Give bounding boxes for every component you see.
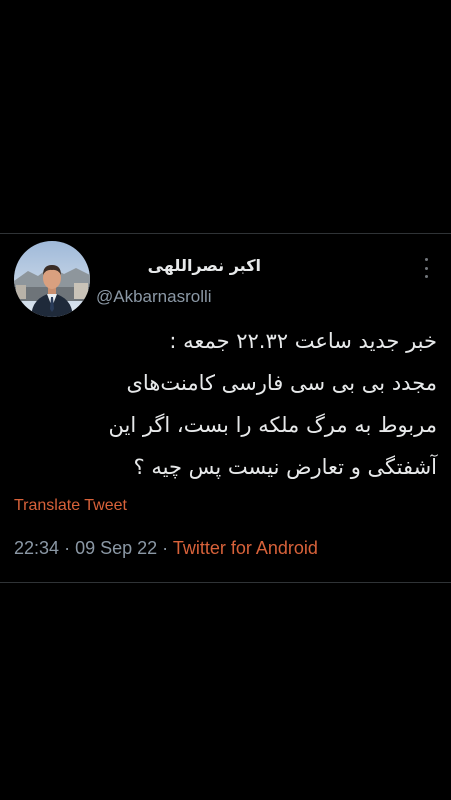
tweet-text: خبر جدید ساعت ۲۲.۳۲ جمعه : مجدد بی بی سی…: [7, 320, 437, 488]
more-dot: [424, 258, 428, 261]
tweet-text-line: مجدد بی بی سی فارسی کامنت‌های: [126, 371, 437, 395]
more-options-icon[interactable]: [421, 258, 431, 278]
tweet-date[interactable]: 09 Sep 22: [75, 538, 157, 558]
tweet-top-divider: [0, 233, 451, 234]
tweet-source-link[interactable]: Twitter for Android: [173, 538, 318, 558]
tweet-text-line: مربوط به مرگ ملکه را بست، اگر این: [108, 413, 437, 437]
translate-tweet-link[interactable]: Translate Tweet: [14, 497, 127, 515]
author-display-name[interactable]: اکبر نصراللهی: [148, 256, 261, 275]
tweet-metadata: 22:34 · 09 Sep 22 · Twitter for Android: [14, 538, 318, 559]
author-handle[interactable]: @Akbarnasrolli: [96, 287, 212, 307]
tweet-text-line: خبر جدید ساعت ۲۲.۳۲ جمعه :: [169, 329, 437, 353]
more-dot: [424, 266, 428, 270]
author-avatar[interactable]: [14, 241, 90, 317]
more-dot: [424, 275, 428, 278]
tweet-bottom-divider: [0, 582, 451, 583]
avatar-photo: [14, 241, 90, 317]
tweet-text-line: آشفتگی و تعارض نیست پس چیه ؟: [133, 455, 437, 479]
meta-separator: ·: [162, 538, 169, 558]
meta-separator: ·: [64, 538, 71, 558]
tweet-time[interactable]: 22:34: [14, 538, 59, 558]
